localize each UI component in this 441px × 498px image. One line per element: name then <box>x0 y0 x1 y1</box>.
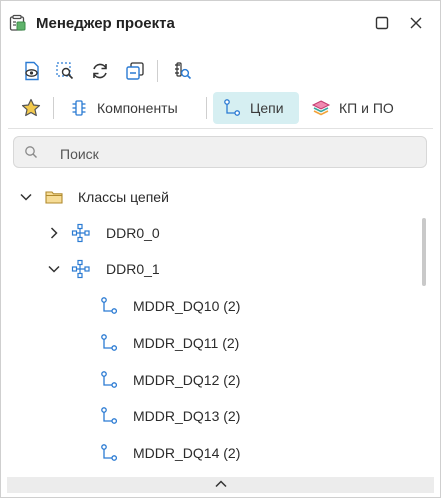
window-title: Менеджер проекта <box>36 15 175 32</box>
chevron-right-icon[interactable] <box>47 226 61 240</box>
project-manager-panel: Менеджер проекта Компоненты Цепи КП и ПО… <box>0 0 441 498</box>
tree-row-label: DDR0_0 <box>106 225 160 241</box>
chevron-up-icon <box>214 476 228 494</box>
net-icon <box>222 98 242 118</box>
toolbar-separator <box>157 60 158 82</box>
close-button[interactable] <box>408 15 424 31</box>
tree-row-net[interactable]: MDDR_DQ10 (2) <box>1 288 416 324</box>
refresh-icon[interactable] <box>87 58 113 84</box>
folder-icon <box>44 187 64 207</box>
search-list-icon[interactable] <box>169 58 195 84</box>
tree-row-group[interactable]: DDR0_0 <box>1 215 416 251</box>
net-icon <box>99 443 119 463</box>
net-class-icon <box>71 223 91 243</box>
chevron-down-icon[interactable] <box>19 190 33 204</box>
net-icon <box>99 406 119 426</box>
vertical-scrollbar[interactable] <box>422 218 426 286</box>
maximize-button[interactable] <box>374 15 390 31</box>
tab-nets[interactable]: Цепи <box>213 92 299 124</box>
collapse-icon[interactable] <box>122 58 148 84</box>
tab-components-label: Компоненты <box>97 100 178 116</box>
tree-row-group[interactable]: DDR0_1 <box>1 251 416 287</box>
search-icon <box>24 145 38 159</box>
tab-separator <box>53 97 54 119</box>
tab-separator <box>206 97 207 119</box>
title-bar: Менеджер проекта <box>1 1 440 45</box>
tree-row-net-classes[interactable]: Классы цепей <box>1 179 416 215</box>
document-view-icon[interactable] <box>19 58 45 84</box>
tab-layers[interactable]: КП и ПО <box>309 92 411 124</box>
chevron-down-icon[interactable] <box>47 262 61 276</box>
tree-row-label: MDDR_DQ13 (2) <box>133 408 241 424</box>
toolbar-tabs: Компоненты Цепи КП и ПО <box>1 91 440 125</box>
toolbar-divider <box>8 128 433 129</box>
select-zoom-icon[interactable] <box>52 58 78 84</box>
net-class-icon <box>71 259 91 279</box>
tree-row-label: DDR0_1 <box>106 261 160 277</box>
star-icon[interactable] <box>18 95 44 121</box>
tree-row-label: MDDR_DQ11 (2) <box>133 335 240 351</box>
tree-row-label: MDDR_DQ12 (2) <box>133 372 241 388</box>
tab-nets-label: Цепи <box>250 100 284 116</box>
tab-layers-label: КП и ПО <box>339 100 394 116</box>
tree-row-label: Классы цепей <box>78 189 169 205</box>
net-icon <box>99 296 119 316</box>
expand-bottom-button[interactable] <box>7 477 434 493</box>
tab-components[interactable]: Компоненты <box>65 92 203 124</box>
toolbar-primary <box>1 57 440 85</box>
tree-row-net[interactable]: MDDR_DQ11 (2) <box>1 325 416 361</box>
tree-row-label: MDDR_DQ14 (2) <box>133 445 241 461</box>
net-tree: Классы цепей DDR0_0 DDR0_1 MDDR_DQ10 (2)… <box>1 179 440 475</box>
tree-row-net[interactable]: MDDR_DQ14 (2) <box>1 435 416 471</box>
net-icon <box>99 370 119 390</box>
project-manager-icon <box>9 14 27 32</box>
layers-icon <box>311 98 331 118</box>
tree-row-net[interactable]: MDDR_DQ13 (2) <box>1 398 416 434</box>
search-box <box>13 136 427 168</box>
net-icon <box>99 333 119 353</box>
component-icon <box>69 98 89 118</box>
search-input[interactable] <box>58 143 412 165</box>
tree-row-net[interactable]: MDDR_DQ12 (2) <box>1 362 416 398</box>
tree-row-label: MDDR_DQ10 (2) <box>133 298 241 314</box>
